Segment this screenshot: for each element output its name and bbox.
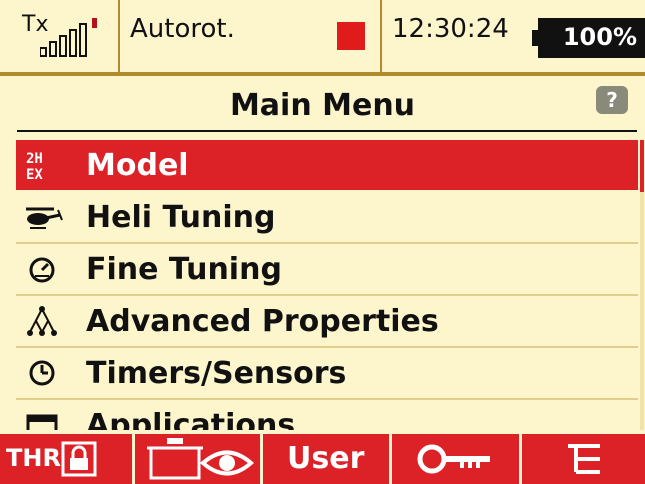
menu-item-timers-sensors[interactable]: Timers/Sensors	[16, 348, 638, 400]
svg-text:2H: 2H	[26, 151, 43, 167]
applications-icon	[26, 414, 58, 430]
menu-item-label: Model	[86, 148, 189, 183]
model-2h-icon: 2H EX	[26, 151, 43, 182]
scroll-thumb[interactable]	[640, 140, 644, 192]
signal-bars-icon	[40, 18, 97, 57]
menu-item-label: Timers/Sensors	[86, 356, 347, 391]
menu-scrollbar[interactable]	[640, 140, 644, 430]
function-bar: THR User	[0, 434, 645, 484]
menu-item-label: Fine Tuning	[86, 252, 282, 287]
tree-button[interactable]	[522, 434, 645, 484]
svg-text:EX: EX	[26, 167, 43, 182]
throttle-lock-icon	[61, 441, 97, 477]
key-button[interactable]	[392, 434, 519, 484]
menu-item-fine-tuning[interactable]: Fine Tuning	[16, 244, 638, 296]
battery-indicator: 100%	[532, 18, 645, 58]
help-button[interactable]: ?	[596, 86, 628, 114]
status-divider	[0, 72, 645, 76]
menu-item-label: Advanced Properties	[86, 304, 439, 339]
battery-nub	[532, 30, 538, 46]
key-icon	[417, 444, 490, 474]
hierarchy-icon	[27, 306, 57, 336]
flight-mode: Autorot.	[130, 14, 235, 44]
user-label: User	[287, 441, 365, 476]
tree-icon	[568, 444, 600, 474]
clock-time: 12:30:24	[392, 14, 509, 44]
main-menu-list: 2H EX Model Heli Tuning Fine Tuning Adva…	[16, 140, 638, 430]
user-button[interactable]: User	[263, 434, 389, 484]
gauge-icon	[29, 257, 55, 283]
page-title: Main Menu	[229, 88, 416, 123]
clock-icon	[29, 360, 55, 386]
throttle-lock-button[interactable]: THR	[0, 434, 132, 484]
menu-item-label: Applications	[86, 408, 296, 430]
battery-percent: 100%	[562, 23, 637, 51]
menu-item-label: Heli Tuning	[86, 200, 276, 235]
alarm-indicator	[337, 22, 365, 50]
title-divider	[17, 130, 637, 132]
menu-item-applications[interactable]: Applications	[16, 400, 638, 430]
pot-eye-icon	[147, 438, 255, 480]
thr-label: THR	[6, 444, 61, 472]
transmitter-screen: Tx Autorot. 12:30:24 100% Main Menu ? 2H	[0, 0, 645, 484]
status-bar: Tx Autorot. 12:30:24 100%	[0, 0, 645, 76]
menu-item-heli-tuning[interactable]: Heli Tuning	[16, 192, 638, 244]
menu-item-advanced-properties[interactable]: Advanced Properties	[16, 296, 638, 348]
menu-item-model[interactable]: 2H EX Model	[16, 140, 638, 190]
pot-eye-button[interactable]	[135, 434, 260, 484]
helicopter-icon	[26, 207, 63, 229]
tx-signal-cell: Tx	[0, 0, 120, 72]
